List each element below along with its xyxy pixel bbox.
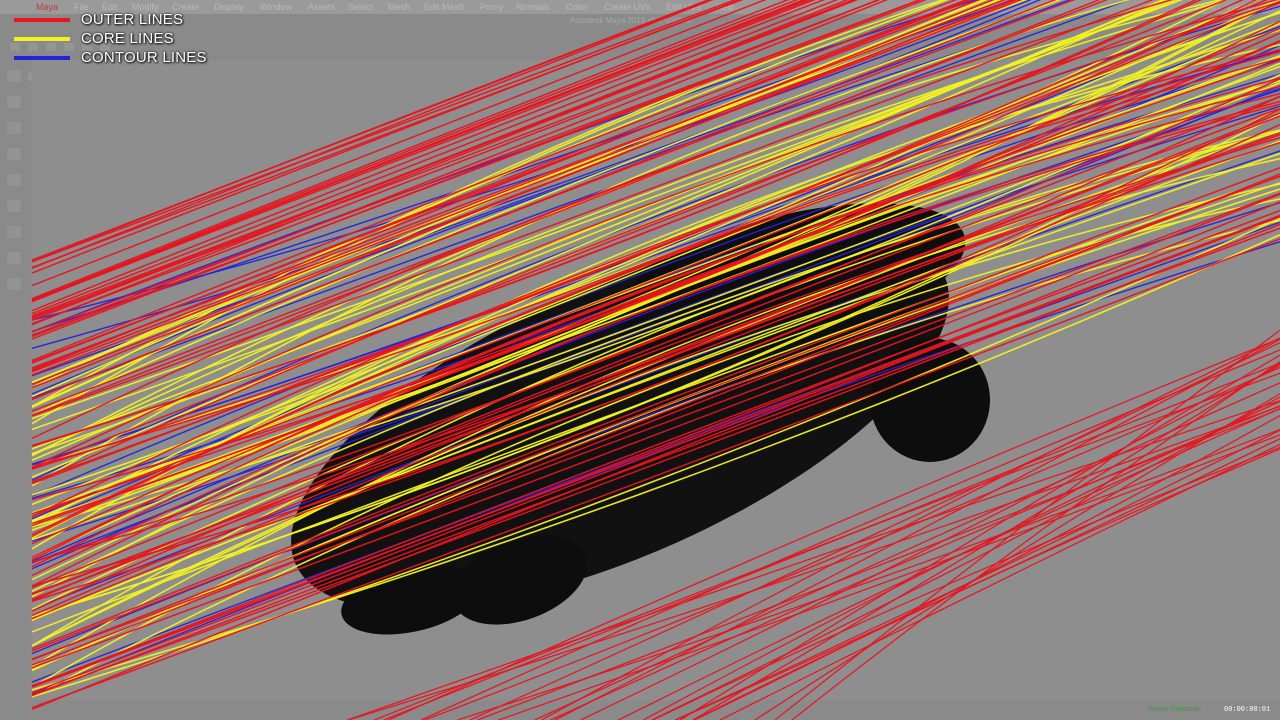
legend-swatch-contour: [14, 55, 70, 60]
legend: OUTER LINES CORE LINES CONTOUR LINES: [14, 10, 207, 67]
viewport-scene[interactable]: [0, 0, 1280, 720]
legend-label-outer: OUTER LINES: [81, 11, 184, 28]
legend-item-core: CORE LINES: [14, 29, 207, 48]
timecode-label: Scene Timecode:: [1148, 706, 1203, 713]
timecode-value: 00:00:00:01: [1224, 706, 1271, 714]
legend-label-contour: CONTOUR LINES: [81, 49, 207, 66]
outer-streamline: [719, 443, 1280, 720]
legend-item-contour: CONTOUR LINES: [14, 48, 207, 67]
legend-swatch-outer: [14, 17, 70, 22]
legend-swatch-core: [14, 36, 70, 41]
outer-streamline: [693, 448, 1280, 720]
legend-item-outer: OUTER LINES: [14, 10, 207, 29]
legend-label-core: CORE LINES: [81, 30, 174, 47]
